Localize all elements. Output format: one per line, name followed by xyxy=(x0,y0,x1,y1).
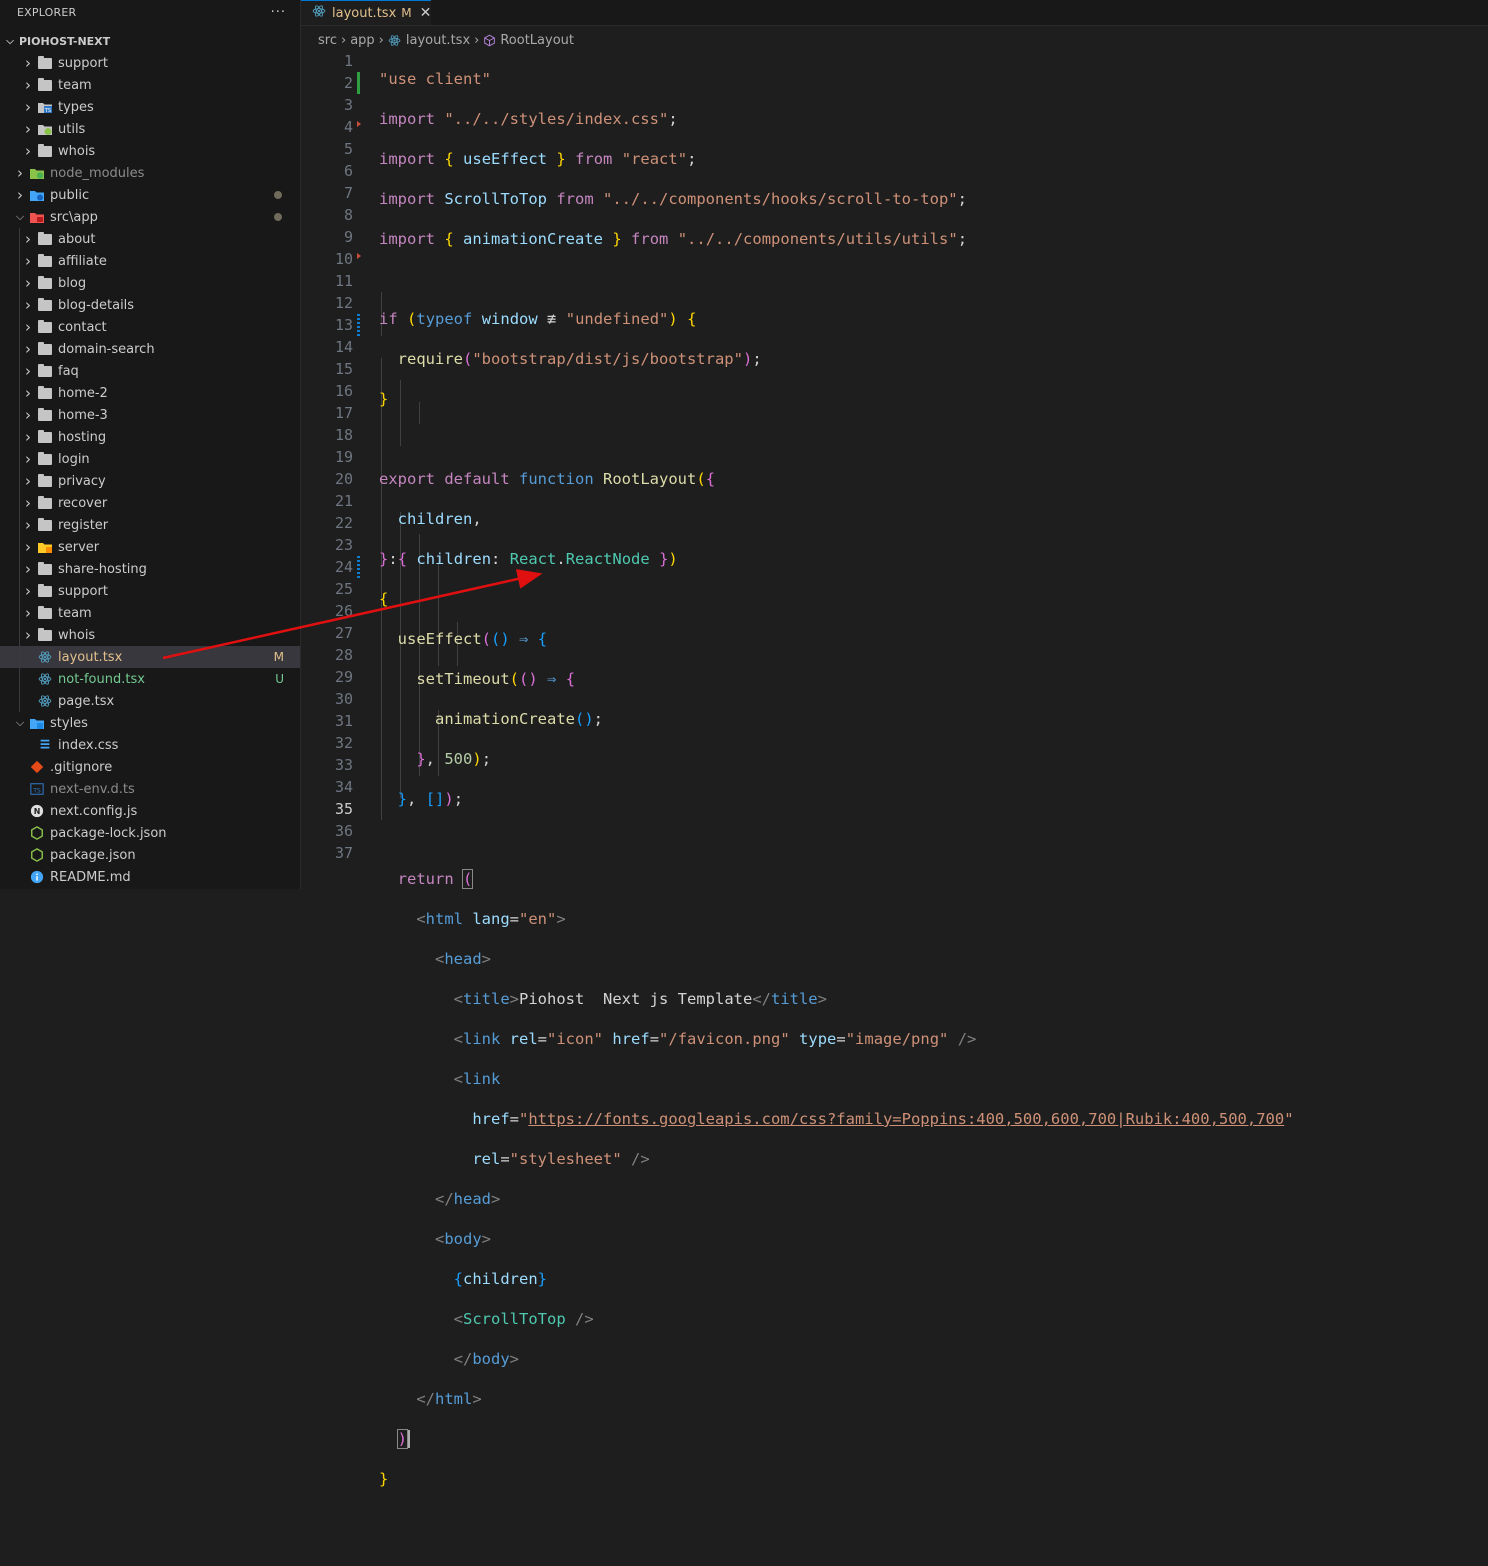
code-line: <head> xyxy=(435,950,492,968)
code-line: <html lang="en"> xyxy=(416,910,566,928)
code-line: <body> xyxy=(435,1230,492,1248)
code-line: href="https://fonts.googleapis.com/css?f… xyxy=(472,1110,1294,1128)
code-line: </html> xyxy=(416,1390,482,1408)
code-line: <title>Piohost Next js Template</title> xyxy=(453,990,827,1008)
code-line: {children} xyxy=(453,1270,547,1288)
code-line: <link rel="icon" href="/favicon.png" typ… xyxy=(453,1030,977,1048)
code-line: </head> xyxy=(435,1190,501,1208)
code-line: } xyxy=(379,1470,389,1488)
annotation-arrow xyxy=(162,569,543,660)
code-line: </body> xyxy=(453,1350,519,1368)
code-line: rel="stylesheet" /> xyxy=(472,1150,650,1168)
code-line: <link xyxy=(453,1070,501,1088)
code-line: ) xyxy=(379,1428,1294,1450)
code-line: <ScrollToTop /> xyxy=(453,1310,594,1328)
